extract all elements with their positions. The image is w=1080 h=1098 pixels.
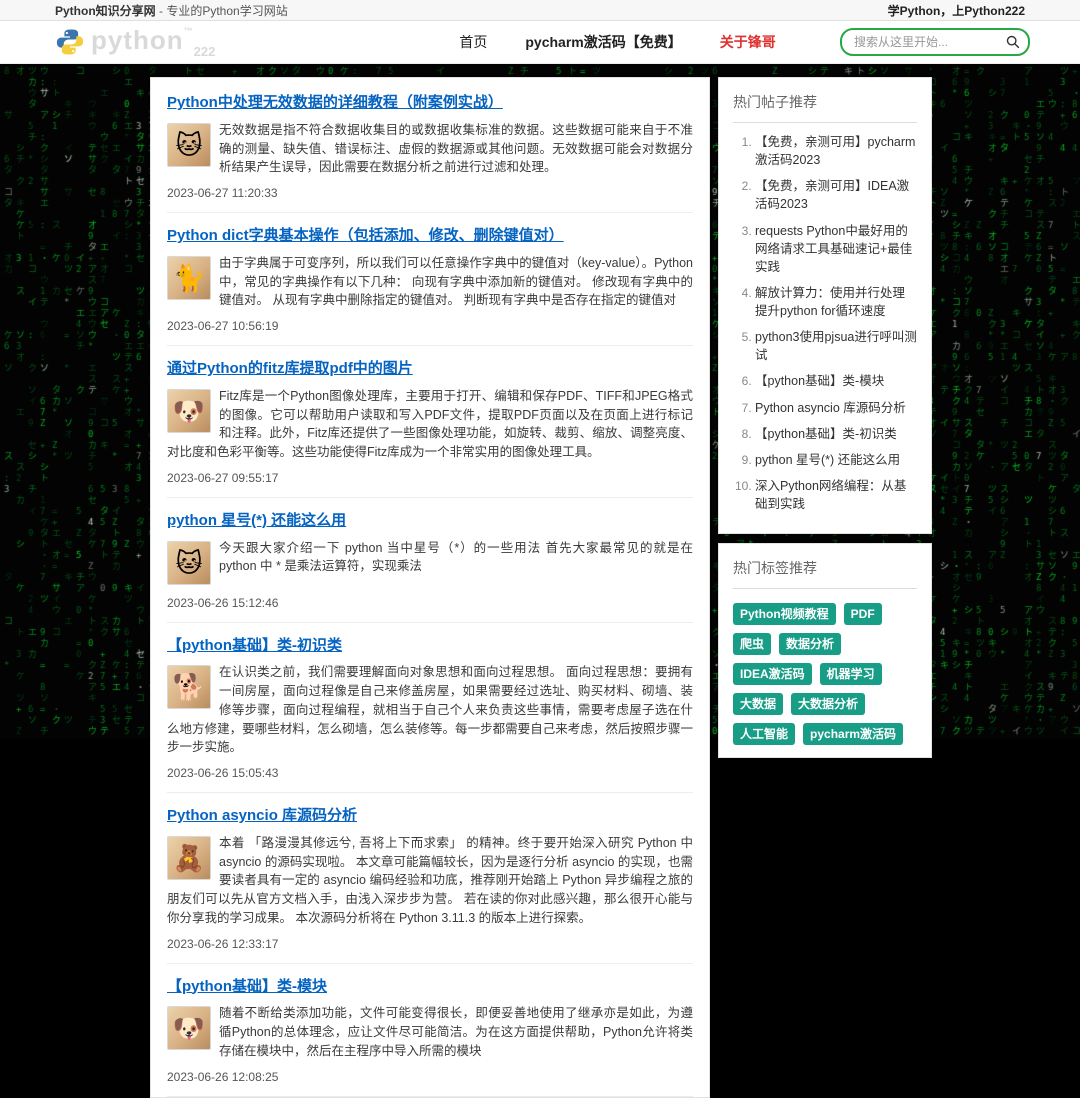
article-summary: 无效数据是指不符合数据收集目的或数据收集标准的数据。这些数据可能来自于不准确的测… — [167, 121, 693, 177]
site-logo[interactable]: python™ 222 — [55, 27, 221, 57]
hot-post-link[interactable]: python 星号(*) 还能这么用 — [755, 451, 917, 469]
tag-link[interactable]: 人工智能 — [733, 723, 795, 745]
article-title-link[interactable]: python 星号(*) 还能这么用 — [167, 512, 346, 531]
article-summary: 在认识类之前，我们需要理解面向对象思想和面向过程思想。 面向过程思想：要拥有一间… — [167, 663, 693, 757]
article-title-link[interactable]: 【python基础】类-模块 — [167, 978, 327, 997]
navbar: python™ 222 首页 pycharm激活码【免费】 关于锋哥 — [0, 21, 1080, 64]
article-thumbnail[interactable]: 🐶 — [167, 1006, 211, 1050]
tag-link[interactable]: 大数据 — [733, 693, 783, 715]
hot-post-link[interactable]: 【免费，亲测可用】IDEA激活码2023 — [755, 177, 917, 213]
divider — [733, 122, 917, 123]
article-date: 2023-06-27 11:20:33 — [167, 177, 693, 212]
article-date: 2023-06-26 15:05:43 — [167, 757, 693, 792]
nav-item-about[interactable]: 关于锋哥 — [720, 32, 776, 52]
hot-post-link[interactable]: 【python基础】类-初识类 — [755, 425, 917, 443]
tag-link[interactable]: 大数据分析 — [791, 693, 865, 715]
nav-item-pycharm-code[interactable]: pycharm激活码【免费】 — [525, 32, 681, 52]
article-summary: 今天跟大家介绍一下 python 当中星号（*）的一些用法 首先大家最常见的就是… — [167, 539, 693, 577]
site-title: Python知识分享网 - 专业的Python学习网站 — [55, 2, 288, 19]
article-body: 🐶 Fitz库是一个Python图像处理库，主要用于打开、编辑和保存PDF、TI… — [167, 387, 693, 497]
nav-links: 首页 pycharm激活码【免费】 关于锋哥 — [459, 32, 775, 52]
divider — [733, 588, 917, 589]
article-date: 2023-06-26 15:12:46 — [167, 587, 693, 622]
article-item: 【python基础】类-初识类 🐕 在认识类之前，我们需要理解面向对象思想和面向… — [167, 623, 693, 794]
site-description: - 专业的Python学习网站 — [156, 4, 288, 18]
article-item: Python asyncio 库源码分析 🧸 本着 「路漫漫其修远兮, 吾将上下… — [167, 793, 693, 964]
nav-item-home[interactable]: 首页 — [459, 32, 487, 52]
search-icon[interactable] — [1006, 35, 1020, 49]
article-body: 🐈 由于字典属于可变序列，所以我们可以任意操作字典中的键值对（key-value… — [167, 254, 693, 345]
article-body: 🐶 随着不断给类添加功能，文件可能变得很长，即便妥善地使用了继承亦是如此，为遵循… — [167, 1004, 693, 1095]
tag-link[interactable]: IDEA激活码 — [733, 663, 812, 685]
tag-link[interactable]: 爬虫 — [733, 633, 771, 655]
search-box[interactable] — [840, 28, 1030, 56]
logo-222: 222 — [194, 44, 216, 59]
top-utility-bar: Python知识分享网 - 专业的Python学习网站 学Python，上Pyt… — [0, 0, 1080, 21]
article-body: 🧸 本着 「路漫漫其修远兮, 吾将上下而求索」 的精神。终于要开始深入研究 Py… — [167, 834, 693, 963]
hot-post-link[interactable]: Python asyncio 库源码分析 — [755, 399, 917, 417]
hot-post-link[interactable]: 【python基础】类-模块 — [755, 372, 917, 390]
article-item: python 星号(*) 还能这么用 🐱 今天跟大家介绍一下 python 当中… — [167, 498, 693, 623]
article-title-link[interactable]: 【python基础】类-初识类 — [167, 637, 342, 656]
tag-link[interactable]: Python视频教程 — [733, 603, 836, 625]
article-thumbnail[interactable]: 🐈 — [167, 256, 211, 300]
article-summary: 随着不断给类添加功能，文件可能变得很长，即便妥善地使用了继承亦是如此，为遵循Py… — [167, 1004, 693, 1060]
hot-posts-title: 热门帖子推荐 — [733, 92, 917, 112]
article-thumbnail[interactable]: 🐶 — [167, 389, 211, 433]
hot-post-link[interactable]: 【免费，亲测可用】pycharm激活码2023 — [755, 133, 917, 169]
site-name: Python知识分享网 — [55, 4, 156, 18]
hot-tags-title: 热门标签推荐 — [733, 558, 917, 578]
hot-tags-panel: 热门标签推荐 Python视频教程 PDF 爬虫 数据分析 IDEA激活码 机器… — [718, 543, 932, 758]
article-title-link[interactable]: Python中处理无效数据的详细教程（附案例实战） — [167, 94, 503, 113]
logo-wordmark: python™ — [91, 27, 194, 53]
article-item: 通过Python的fitz库提取pdf中的图片 🐶 Fitz库是一个Python… — [167, 346, 693, 498]
article-body: 🐱 无效数据是指不符合数据收集目的或数据收集标准的数据。这些数据可能来自于不准确… — [167, 121, 693, 212]
article-thumbnail[interactable]: 🐕 — [167, 665, 211, 709]
article-list-panel: Python中处理无效数据的详细教程（附案例实战） 🐱 无效数据是指不符合数据收… — [150, 77, 710, 1098]
hot-post-link[interactable]: 解放计算力：使用并行处理提升python for循环速度 — [755, 284, 917, 320]
article-summary: 由于字典属于可变序列，所以我们可以任意操作字典中的键值对（key-value）。… — [167, 254, 693, 310]
tag-link[interactable]: 数据分析 — [779, 633, 841, 655]
article-thumbnail[interactable]: 🐱 — [167, 541, 211, 585]
article-item: Python中处理无效数据的详细教程（附案例实战） 🐱 无效数据是指不符合数据收… — [167, 80, 693, 213]
tag-link[interactable]: pycharm激活码 — [803, 723, 903, 745]
hot-posts-panel: 热门帖子推荐 【免费，亲测可用】pycharm激活码2023 【免费，亲测可用】… — [718, 77, 932, 534]
page-content: Python中处理无效数据的详细教程（附案例实战） 🐱 无效数据是指不符合数据收… — [0, 64, 1080, 1098]
tag-link[interactable]: PDF — [844, 603, 882, 625]
article-summary: 本着 「路漫漫其修远兮, 吾将上下而求索」 的精神。终于要开始深入研究 Pyth… — [167, 834, 693, 928]
article-item: 【python基础】类-模块 🐶 随着不断给类添加功能，文件可能变得很长，即便妥… — [167, 964, 693, 1097]
search-area — [840, 28, 1030, 56]
article-title-link[interactable]: Python asyncio 库源码分析 — [167, 807, 357, 826]
article-title-link[interactable]: Python dict字典基本操作（包括添加、修改、删除键值对） — [167, 227, 564, 246]
hot-post-link[interactable]: python3使用pjsua进行呼叫测试 — [755, 328, 917, 364]
article-title-link[interactable]: 通过Python的fitz库提取pdf中的图片 — [167, 360, 413, 379]
article-item: Python dict字典基本操作（包括添加、修改、删除键值对） 🐈 由于字典属… — [167, 213, 693, 346]
article-date: 2023-06-26 12:33:17 — [167, 928, 693, 963]
article-thumbnail[interactable]: 🐱 — [167, 123, 211, 167]
search-input[interactable] — [852, 34, 1006, 50]
article-body: 🐕 在认识类之前，我们需要理解面向对象思想和面向过程思想。 面向过程思想：要拥有… — [167, 663, 693, 792]
python-logo-icon — [55, 27, 85, 57]
logo-trademark: ™ — [184, 26, 194, 36]
hot-post-link[interactable]: 深入Python网络编程：从基础到实践 — [755, 477, 917, 513]
article-thumbnail[interactable]: 🧸 — [167, 836, 211, 880]
tag-link[interactable]: 机器学习 — [820, 663, 882, 685]
sidebar: 热门帖子推荐 【免费，亲测可用】pycharm激活码2023 【免费，亲测可用】… — [718, 77, 932, 758]
article-date: 2023-06-27 09:55:17 — [167, 462, 693, 497]
article-date: 2023-06-27 10:56:19 — [167, 310, 693, 345]
hot-post-link[interactable]: requests Python中最好用的网络请求工具基础速记+最佳实践 — [755, 222, 917, 276]
tag-cloud: Python视频教程 PDF 爬虫 数据分析 IDEA激活码 机器学习 大数据 — [733, 599, 917, 745]
hot-posts-list: 【免费，亲测可用】pycharm激活码2023 【免费，亲测可用】IDEA激活码… — [733, 133, 917, 513]
article-body: 🐱 今天跟大家介绍一下 python 当中星号（*）的一些用法 首先大家最常见的… — [167, 539, 693, 622]
article-date: 2023-06-26 12:08:25 — [167, 1061, 693, 1096]
site-slogan: 学Python，上Python222 — [888, 2, 1025, 19]
article-summary: Fitz库是一个Python图像处理库，主要用于打开、编辑和保存PDF、TIFF… — [167, 387, 693, 462]
